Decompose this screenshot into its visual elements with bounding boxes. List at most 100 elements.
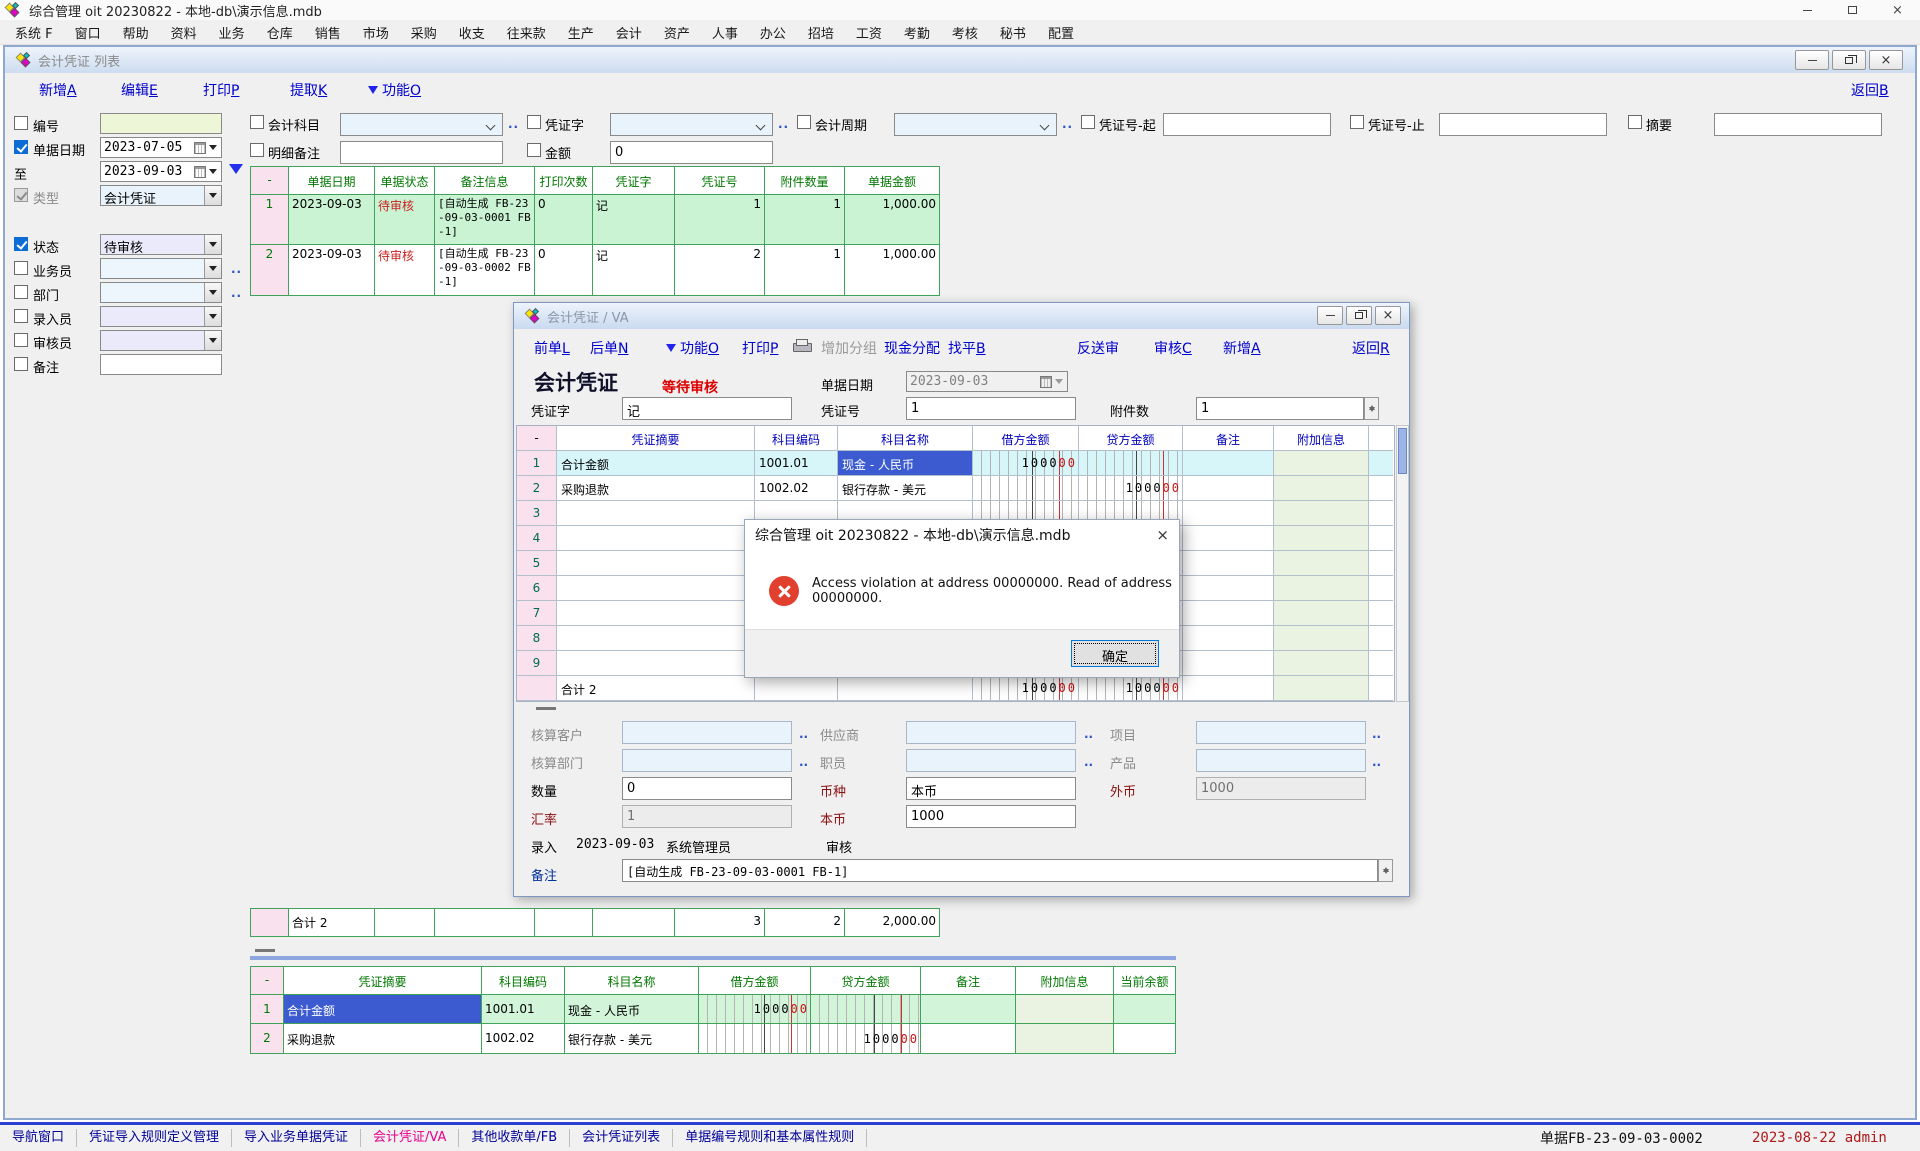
lookup-dots[interactable]: .. (778, 117, 789, 131)
edit-button[interactable]: 编辑E (121, 80, 158, 100)
word-dropdown[interactable] (610, 113, 773, 136)
statusbar-window-tab[interactable]: 其他收款单/FB (459, 1129, 570, 1147)
note-input[interactable]: [自动生成 FB-23-09-03-0001 FB-1] (622, 859, 1378, 882)
print-button[interactable]: 打印P (203, 80, 239, 100)
menu-item[interactable]: 资产 (653, 20, 701, 45)
splitter-bar[interactable] (250, 956, 1176, 960)
no-to-checkbox[interactable] (1350, 115, 1364, 129)
word-checkbox[interactable] (527, 115, 541, 129)
combo-arrow[interactable] (204, 283, 221, 302)
menu-item[interactable]: 帮助 (112, 20, 160, 45)
maximize-button[interactable] (1830, 0, 1875, 20)
statusbar-window-tab[interactable]: 导航窗口 (0, 1129, 77, 1147)
menu-item[interactable]: 业务 (208, 20, 256, 45)
prev-doc-button[interactable]: 前单L (534, 338, 570, 358)
menu-item[interactable]: 资料 (160, 20, 208, 45)
dept-checkbox[interactable] (14, 285, 28, 299)
supplier-input[interactable] (906, 721, 1076, 744)
no-from-input[interactable] (1163, 113, 1331, 136)
lookup-dots[interactable]: .. (231, 286, 242, 300)
combo-arrow[interactable] (204, 235, 221, 254)
salesman-checkbox[interactable] (14, 261, 28, 275)
statusbar-window-tab[interactable]: 凭证导入规则定义管理 (77, 1129, 232, 1147)
combo-arrow[interactable] (204, 307, 221, 326)
cash-allocate-button[interactable]: 现金分配 (884, 338, 940, 358)
collapse-handle[interactable] (255, 949, 275, 952)
no-from-checkbox[interactable] (1081, 115, 1095, 129)
print-button[interactable]: 打印P (742, 338, 778, 358)
entry-combo[interactable] (100, 306, 222, 327)
lookup-dots[interactable]: .. (799, 727, 808, 741)
function-button[interactable]: 功能O (368, 80, 421, 100)
menu-item[interactable]: 窗口 (64, 20, 112, 45)
menu-item[interactable]: 考勤 (893, 20, 941, 45)
close-button[interactable] (1375, 306, 1401, 325)
menu-item[interactable]: 仓库 (256, 20, 304, 45)
child-minimize-button[interactable] (1795, 50, 1829, 70)
qty-input[interactable]: 0 (622, 777, 792, 800)
table-row[interactable]: 1 2023-09-03 待审核 [自动生成 FB-23-09-03-0001 … (251, 195, 939, 245)
menu-item[interactable]: 系统 F (4, 20, 64, 45)
auditor-combo[interactable] (100, 330, 222, 351)
detail-note-input[interactable] (340, 141, 503, 164)
menu-item[interactable]: 收支 (448, 20, 496, 45)
menu-item[interactable]: 配置 (1037, 20, 1085, 45)
lookup-dots[interactable]: .. (231, 262, 242, 276)
customer-input[interactable] (622, 721, 792, 744)
audit-button[interactable]: 审核C (1154, 338, 1192, 358)
child-restore-button[interactable] (1832, 50, 1866, 70)
lookup-dots[interactable]: .. (1372, 727, 1381, 741)
menu-item[interactable]: 工资 (845, 20, 893, 45)
subject-dropdown[interactable] (340, 113, 503, 136)
grid-row[interactable]: 1 合计金额 1001.01 现金 - 人民币 100000 (517, 451, 1394, 476)
lookup-dots[interactable]: .. (1372, 755, 1381, 769)
new-button[interactable]: 新增A (1223, 338, 1261, 358)
menu-item[interactable]: 采购 (400, 20, 448, 45)
spinner-control[interactable] (1364, 397, 1379, 420)
menu-item[interactable]: 往来款 (496, 20, 557, 45)
collapse-handle[interactable] (536, 707, 556, 710)
statusbar-window-tab[interactable]: 会计凭证列表 (570, 1129, 673, 1147)
grid-scrollbar[interactable] (1396, 425, 1409, 702)
auditor-checkbox[interactable] (14, 333, 28, 347)
project-input[interactable] (1196, 721, 1366, 744)
minimize-button[interactable] (1785, 0, 1830, 20)
combo-arrow[interactable] (204, 259, 221, 278)
lookup-dots[interactable]: .. (1062, 117, 1073, 131)
menu-item[interactable]: 考核 (941, 20, 989, 45)
close-button[interactable] (1875, 0, 1920, 20)
entry-checkbox[interactable] (14, 309, 28, 323)
menu-item[interactable]: 人事 (701, 20, 749, 45)
note-input[interactable] (100, 354, 222, 375)
detail-note-checkbox[interactable] (250, 143, 264, 157)
lookup-dots[interactable]: .. (508, 117, 519, 131)
new-button[interactable]: 新增A (39, 80, 77, 100)
lookup-dots[interactable]: .. (1084, 755, 1093, 769)
note-checkbox[interactable] (14, 357, 28, 371)
preview-row[interactable]: 2 采购退款 1002.02 银行存款 - 美元 100000 (251, 1024, 1175, 1053)
menu-item[interactable]: 会计 (605, 20, 653, 45)
lookup-dots[interactable]: .. (1084, 727, 1093, 741)
menu-item[interactable]: 秘书 (989, 20, 1037, 45)
statusbar-window-tab[interactable]: 会计凭证/VA (361, 1129, 459, 1147)
ok-button[interactable]: 确定 (1071, 640, 1159, 667)
status-combo[interactable]: 待审核 (100, 234, 222, 255)
period-dropdown[interactable] (894, 113, 1057, 136)
printer-button[interactable] (793, 338, 810, 354)
back-button[interactable]: 返回B (1851, 80, 1889, 100)
table-row[interactable]: 2 2023-09-03 待审核 [自动生成 FB-23-09-03-0002 … (251, 245, 939, 295)
function-button[interactable]: 功能O (666, 338, 719, 358)
statusbar-window-tab[interactable]: 单据编号规则和基本属性规则 (673, 1129, 867, 1147)
date-to-input[interactable]: 2023-09-03 (100, 161, 222, 182)
dept-combo[interactable] (100, 282, 222, 303)
combo-arrow[interactable] (204, 331, 221, 350)
dialog-close-button[interactable] (1156, 526, 1169, 544)
scrollbar-thumb[interactable] (1398, 428, 1407, 474)
spinner-control[interactable] (1378, 859, 1393, 882)
currency-input[interactable]: 本币 (906, 777, 1076, 800)
minimize-button[interactable] (1317, 306, 1343, 325)
salesman-combo[interactable] (100, 258, 222, 279)
lookup-dots[interactable]: .. (799, 755, 808, 769)
blue-down-arrow-icon[interactable] (229, 164, 243, 181)
local-input[interactable]: 1000 (906, 805, 1076, 828)
